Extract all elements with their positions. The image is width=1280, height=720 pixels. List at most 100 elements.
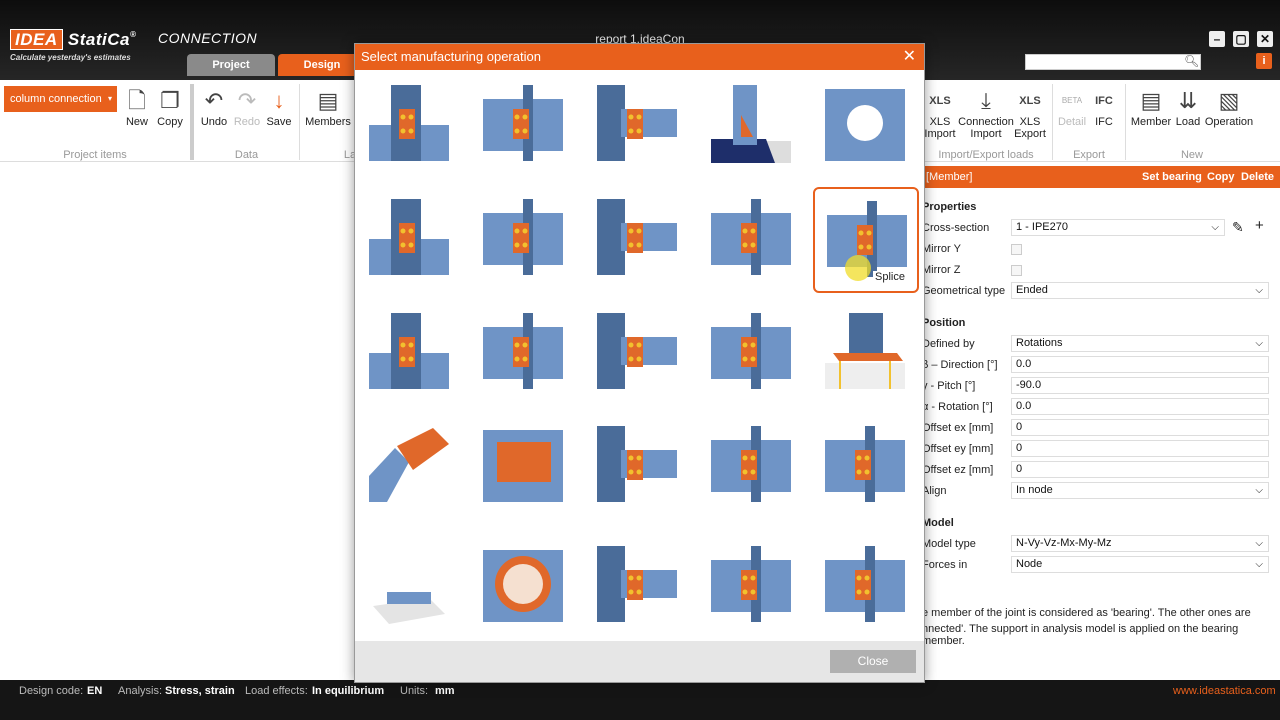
tab-project[interactable]: Project — [187, 54, 275, 76]
plate-to-plate-icon — [597, 313, 677, 389]
member-icon: ▤ — [317, 88, 339, 113]
new-file-icon: 🗋︎ — [128, 88, 146, 113]
operation-welded-plate[interactable] — [825, 426, 909, 510]
group-export: Export — [1073, 149, 1105, 161]
delete-member-button[interactable]: Delete — [1241, 166, 1274, 188]
align-select[interactable]: In node ⌵ — [1011, 482, 1269, 499]
offset-ez-input[interactable]: 0 — [1011, 461, 1269, 478]
xls-import-button[interactable]: XLS XLS Import — [922, 86, 958, 140]
tab-design[interactable]: Design — [278, 54, 366, 76]
beta-icon: BETA — [1061, 96, 1083, 105]
website-link[interactable]: www.ideastatica.com — [1173, 685, 1276, 697]
mirror-z-label: Mirror Z — [922, 264, 961, 276]
new-operation-button[interactable]: ▧ Operation — [1202, 86, 1256, 128]
new-member-button[interactable]: ▤ Member — [1128, 86, 1174, 128]
direction-input[interactable]: 0.0 — [1011, 356, 1269, 373]
fin-plate-icon — [711, 199, 791, 275]
redo-icon: ↷ — [237, 88, 257, 113]
divider — [1052, 84, 1053, 160]
offset-ez-label: Offset ez [mm] — [922, 464, 994, 476]
operation-bolted-bracket[interactable] — [483, 313, 567, 397]
operation-bolted-flange-plate[interactable] — [711, 426, 795, 510]
operation-fin-plate[interactable] — [711, 199, 795, 283]
operation-tooltip: Splice — [873, 271, 907, 283]
save-button[interactable]: ↓ Save — [263, 86, 295, 128]
rotation-input[interactable]: 0.0 — [1011, 398, 1269, 415]
close-window-button[interactable]: ✕ — [1257, 31, 1273, 47]
info-icon[interactable]: i — [1256, 53, 1272, 69]
add-icon[interactable]: + — [1255, 217, 1264, 234]
operation-cover-plate[interactable] — [483, 426, 567, 510]
operation-bent-member[interactable] — [369, 426, 453, 510]
select-operation-dialog: Select manufacturing operation ✕ Splice … — [354, 43, 925, 683]
geom-type-select[interactable]: Ended ⌵ — [1011, 282, 1269, 299]
haunch-icon — [597, 85, 677, 161]
opening-icon — [825, 89, 905, 161]
copy-icon: ❐ — [160, 88, 180, 113]
operation-truss-node[interactable] — [711, 546, 795, 630]
xls-export-button[interactable]: XLS XLS Export — [1014, 86, 1046, 140]
web-cleat-icon — [597, 199, 677, 275]
offset-ex-input[interactable]: 0 — [1011, 419, 1269, 436]
operation-cut-member[interactable] — [597, 546, 681, 630]
bolted-stub-icon — [825, 546, 905, 622]
operation-column-base[interactable] — [825, 313, 909, 397]
operation-cleat-connection[interactable] — [711, 313, 795, 397]
direction-label: β – Direction [°] — [922, 359, 998, 371]
xls-icon: XLS — [1019, 95, 1041, 107]
mirror-z-checkbox[interactable] — [1011, 265, 1022, 276]
operation-anchoring[interactable] — [369, 546, 453, 630]
operation-stiffener-plate[interactable] — [369, 85, 453, 169]
new-load-button[interactable]: ⇊ Load — [1174, 86, 1202, 128]
offset-ey-label: Offset ey [mm] — [922, 443, 994, 455]
detail-button[interactable]: BETA Detail — [1055, 86, 1089, 128]
copy-button[interactable]: ❐ Copy — [154, 86, 186, 128]
operation-end-plate[interactable] — [369, 199, 453, 283]
pitch-input[interactable]: -90.0 — [1011, 377, 1269, 394]
defined-by-select[interactable]: Rotations ⌵ — [1011, 335, 1269, 352]
chevron-down-icon: ▾ — [107, 94, 112, 103]
operation-tube-opening[interactable] — [483, 546, 567, 630]
design-code-value: EN — [87, 685, 103, 697]
cover-plate-icon — [483, 430, 563, 502]
maximize-button[interactable]: ▢ — [1233, 31, 1249, 47]
offset-ey-input[interactable]: 0 — [1011, 440, 1269, 457]
operation-gusset-plate[interactable] — [369, 313, 453, 397]
edit-icon[interactable]: ✎ — [1232, 219, 1244, 236]
minimize-button[interactable]: – — [1209, 31, 1225, 47]
column-base-icon — [825, 313, 905, 389]
operation-grid: Splice — [355, 70, 924, 641]
new-button[interactable]: 🗋︎ New — [120, 86, 154, 128]
operation-haunch[interactable] — [597, 85, 681, 169]
copy-member-button[interactable]: Copy — [1207, 166, 1235, 188]
close-button[interactable]: Close — [830, 650, 916, 673]
cross-section-select[interactable]: 1 - IPE270 ⌵ — [1011, 219, 1225, 236]
mirror-y-checkbox[interactable] — [1011, 244, 1022, 255]
ifc-button[interactable]: IFC IFC — [1089, 86, 1119, 128]
model-type-select[interactable]: N-Vy-Vz-Mx-My-Mz ⌵ — [1011, 535, 1269, 552]
set-bearing-button[interactable]: Set bearing — [1142, 166, 1202, 188]
undo-button[interactable]: ↶ Undo — [197, 86, 231, 128]
operation-web-cleat[interactable] — [597, 199, 681, 283]
dialog-footer: Close — [355, 641, 924, 682]
search-input[interactable] — [1025, 54, 1201, 70]
search-icon[interactable]: 🔍︎ — [1184, 54, 1199, 68]
project-item-select[interactable]: column connection ▾ — [4, 86, 117, 112]
operation-base-plate[interactable] — [711, 85, 795, 169]
redo-button[interactable]: ↷ Redo — [231, 86, 263, 128]
connection-import-button[interactable]: ⤓ Connection Import — [958, 86, 1014, 140]
bearing-note-line-1: e member of the joint is considered as '… — [922, 607, 1251, 619]
operation-splice[interactable]: Splice — [813, 187, 919, 293]
operation-cleat-end-plate[interactable] — [483, 199, 567, 283]
operation-seat-plate[interactable] — [597, 426, 681, 510]
operation-plate-to-plate[interactable] — [597, 313, 681, 397]
cut-member-icon — [597, 546, 677, 622]
close-icon[interactable]: ✕ — [903, 44, 916, 70]
operation-opening[interactable] — [825, 85, 909, 169]
members-button[interactable]: ▤ Members — [303, 86, 353, 128]
tagline: Calculate yesterday's estimates — [10, 53, 131, 62]
forces-in-select[interactable]: Node ⌵ — [1011, 556, 1269, 573]
pitch-label: γ - Pitch [°] — [922, 380, 976, 392]
operation-bolted-stub[interactable] — [825, 546, 909, 630]
operation-rib[interactable] — [483, 85, 567, 169]
